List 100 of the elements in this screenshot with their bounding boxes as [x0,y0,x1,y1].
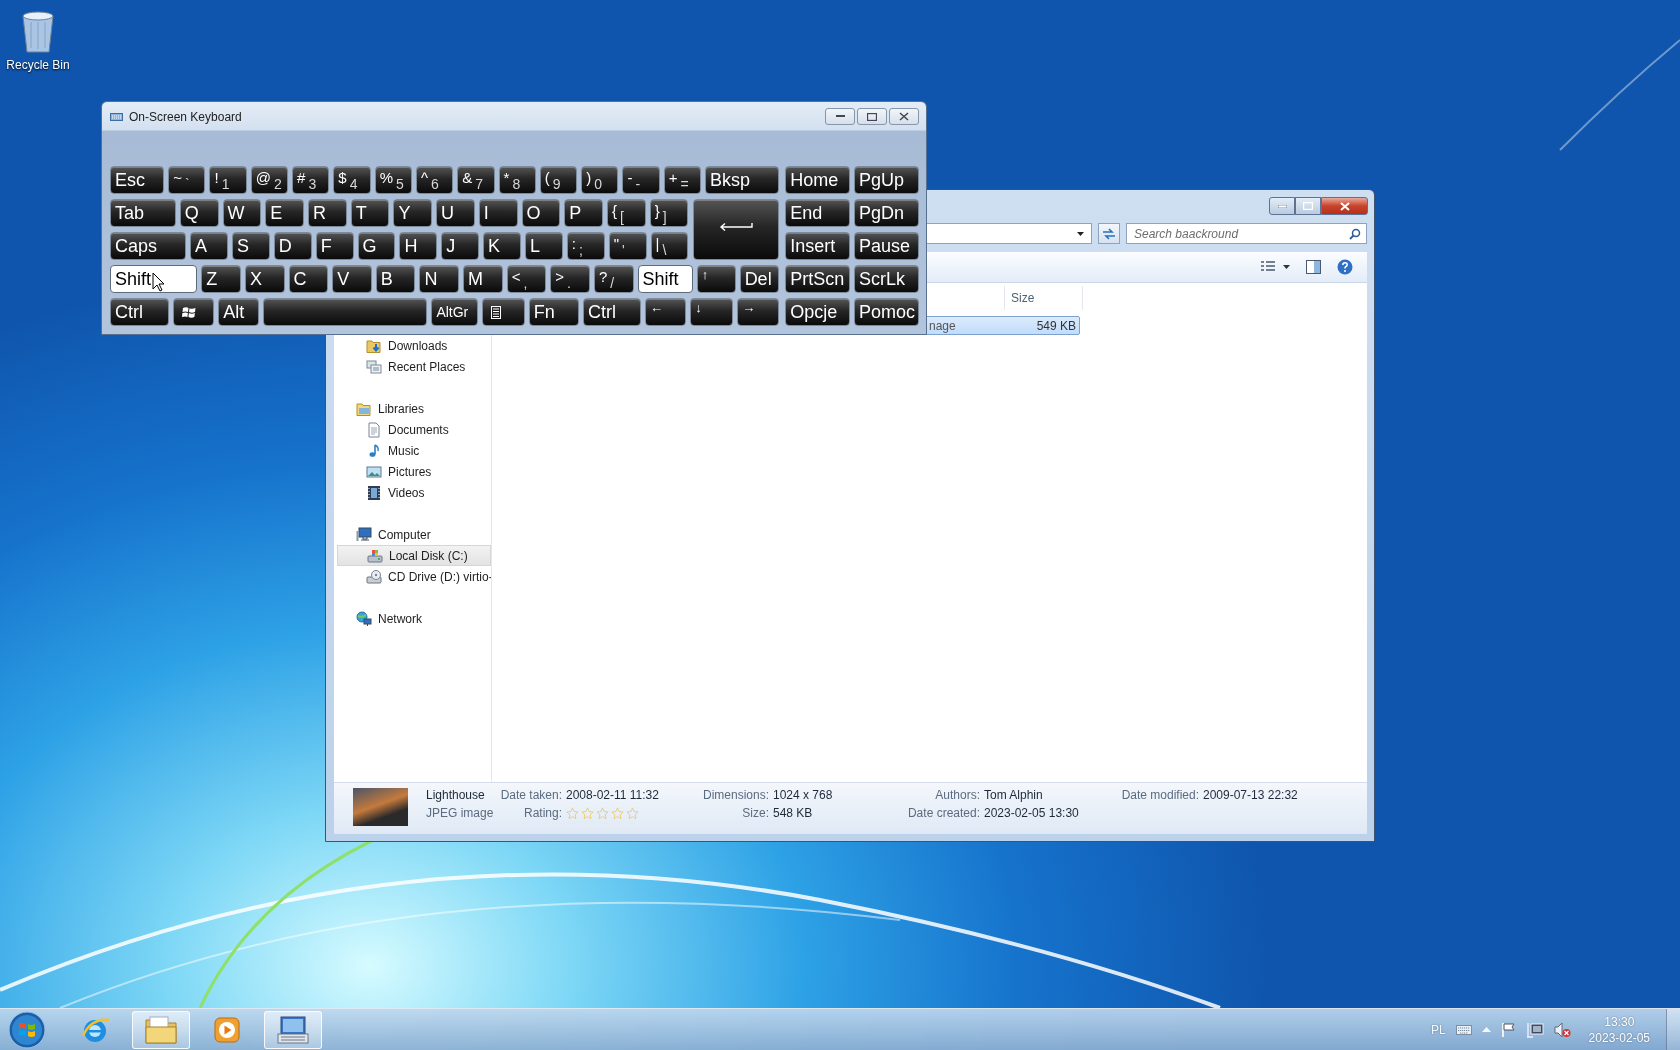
show-desktop-button[interactable] [1666,1009,1680,1050]
nav-item[interactable]: Computer [337,524,491,545]
taskbar-button[interactable] [6,1010,48,1049]
keyboard-key[interactable]: A [190,232,228,260]
keyboard-key[interactable]: ? / [593,265,634,293]
keyboard-key[interactable]: ↑ [696,265,736,293]
keyboard-key[interactable]: M [463,265,503,293]
keyboard-key[interactable]: C [288,265,329,293]
minimize-button[interactable] [825,108,855,125]
star-icon[interactable] [626,806,639,820]
keyboard-key[interactable]: Alt [218,298,260,326]
keyboard-key[interactable]: E [265,199,304,227]
keyboard-key[interactable]: T [350,199,390,227]
keyboard-key[interactable]: + = [663,166,701,194]
keyboard-key[interactable]: Pomoc [854,298,919,326]
network-icon[interactable] [1525,1021,1544,1038]
refresh-button[interactable] [1098,223,1120,244]
keyboard-key[interactable]: * 8 [498,166,536,194]
star-icon[interactable] [596,806,609,820]
keyboard-key[interactable] [173,298,215,326]
nav-item[interactable]: Pictures [337,461,491,482]
keyboard-key[interactable]: ← [645,298,687,326]
keyboard-key[interactable]: Tab [110,199,176,227]
column-header[interactable]: Size [1004,286,1083,310]
star-icon[interactable] [611,806,624,820]
keyboard-key[interactable]: Esc [110,166,165,194]
keyboard-key[interactable]: Y [393,199,433,227]
nav-item[interactable]: Network [337,608,491,629]
keyboard-key[interactable]: { [ [607,199,646,227]
keyboard-key[interactable]: Pause [854,232,919,260]
keyboard-key[interactable] [481,298,525,326]
keyboard-key[interactable]: H [399,232,438,260]
keyboard-key[interactable]: Del [739,265,780,293]
recycle-bin-icon[interactable] [19,8,57,54]
keyboard-key[interactable]: K [483,232,521,260]
keyboard-key[interactable]: # 3 [292,166,330,194]
nav-item[interactable]: Recent Places [337,356,491,377]
keyboard-key[interactable]: & 7 [457,166,495,194]
nav-item[interactable]: Downloads [337,335,491,356]
keyboard-key[interactable]: I [478,199,518,227]
keyboard-key[interactable]: % 5 [374,166,412,194]
keyboard-key[interactable]: ^ 6 [415,166,454,194]
minimize-button[interactable] [1269,197,1295,215]
keyboard-key[interactable]: ~ ` [168,166,206,194]
keyboard-icon[interactable] [1455,1024,1472,1035]
keyboard-key[interactable]: G [357,232,396,260]
keyboard-key[interactable]: U [436,199,475,227]
keyboard-key[interactable]: | \ [650,232,689,260]
star-rating[interactable] [566,806,639,820]
keyboard-key[interactable]: V [332,265,372,293]
keyboard-key[interactable]: End [785,199,851,227]
keyboard-key[interactable]: → [737,298,780,326]
enter-key[interactable] [693,199,780,260]
close-button[interactable] [889,108,919,125]
keyboard-key[interactable]: O [521,199,561,227]
keyboard-key[interactable]: PgUp [854,166,919,194]
search-input[interactable]: Search baackround [1134,226,1349,241]
keyboard-key[interactable]: ↓ [690,298,734,326]
keyboard-key[interactable]: < , [506,265,547,293]
keyboard-key[interactable]: Insert [785,232,851,260]
keyboard-key[interactable]: S [231,232,270,260]
speaker-muted-icon[interactable] [1553,1021,1571,1038]
keyboard-key[interactable]: Shift [110,265,198,293]
keyboard-key[interactable]: D [273,232,312,260]
keyboard-key[interactable]: AltGr [431,298,478,326]
keyboard-key[interactable]: Ctrl [110,298,169,326]
maximize-button[interactable] [857,108,887,125]
keyboard-key[interactable]: Caps [110,232,187,260]
keyboard-key[interactable]: - - [622,166,660,194]
keyboard-key[interactable]: Bksp [705,166,780,194]
icon-label[interactable]: Recycle Bin [6,58,70,72]
nav-item[interactable]: Libraries [337,398,491,419]
keyboard-key[interactable]: F [315,232,354,260]
keyboard-key[interactable]: ( 9 [539,166,578,194]
keyboard-key[interactable]: @ 2 [250,166,289,194]
search-field[interactable]: Search baackround [1126,223,1367,244]
keyboard-key[interactable]: PgDn [854,199,919,227]
nav-item[interactable]: Local Disk (C:) [337,545,491,566]
keyboard-key[interactable]: N [419,265,460,293]
flag-icon[interactable] [1500,1022,1516,1037]
keyboard-key[interactable]: ScrLk [854,265,919,293]
keyboard-key[interactable]: L [524,232,563,260]
taskbar-button[interactable] [132,1010,190,1049]
nav-item[interactable]: Music [337,440,491,461]
keyboard-key[interactable]: Home [785,166,851,194]
keyboard-key[interactable]: > . [550,265,590,293]
space-bar[interactable] [263,298,428,326]
keyboard-key[interactable]: ! 1 [209,166,247,194]
keyboard-key[interactable]: X [244,265,285,293]
star-icon[interactable] [581,806,594,820]
keyboard-key[interactable]: Q [179,199,219,227]
keyboard-key[interactable]: R [307,199,347,227]
keyboard-key[interactable]: : ; [566,232,605,260]
keyboard-key[interactable]: $ 4 [333,166,371,194]
keyboard-key[interactable]: ) 0 [581,166,619,194]
keyboard-key[interactable]: Opcje [785,298,851,326]
keyboard-key[interactable]: " ' [608,232,647,260]
keyboard-key[interactable]: PrtScn [785,265,851,293]
keyboard-key[interactable]: B [375,265,416,293]
keyboard-key[interactable]: Fn [528,298,579,326]
